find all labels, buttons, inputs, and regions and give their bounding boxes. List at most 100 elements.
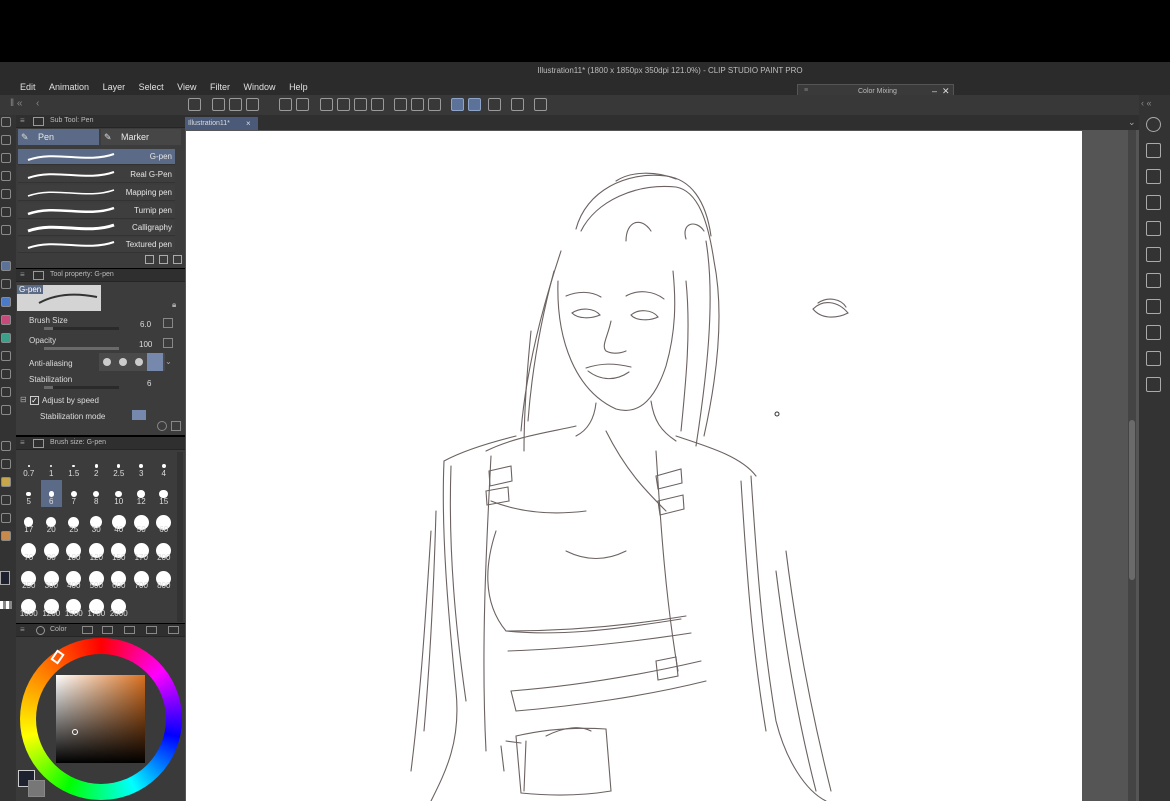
brush-size-option[interactable]: 4 [153, 452, 175, 479]
brush-size-option[interactable]: 6 [40, 480, 62, 507]
brush-item-gpen[interactable]: G-pen [18, 149, 175, 165]
tab-pen[interactable]: Pen [18, 129, 99, 145]
brush-size-option[interactable]: 17 [18, 508, 40, 535]
brush-size-option[interactable]: 2000 [108, 592, 130, 619]
app-logo-icon[interactable] [188, 98, 201, 111]
snap-ruler-icon[interactable] [394, 98, 407, 111]
brush-pressure-icon[interactable] [468, 98, 481, 111]
new-file-icon[interactable] [212, 98, 225, 111]
decoration-tool-icon[interactable] [1, 333, 11, 343]
redo-icon[interactable] [296, 98, 309, 111]
saturation-value-square[interactable] [56, 675, 145, 763]
brush-size-dropdown-icon[interactable] [163, 318, 173, 328]
brush-item-turnip-pen[interactable]: Turnip pen [18, 203, 175, 219]
chevron-down-icon[interactable]: ⌄ [1128, 117, 1136, 128]
color-slider-tab-icon[interactable] [82, 626, 93, 634]
color-set-tab-icon[interactable] [102, 626, 113, 634]
layer-icon[interactable] [1146, 169, 1161, 184]
brush-size-option[interactable]: 30 [86, 508, 108, 535]
collapse-icon[interactable]: ‖ « [10, 98, 22, 109]
lock-icon[interactable]: 🔒︎ [172, 300, 176, 310]
brush-item-textured-pen[interactable]: Textured pen [18, 237, 175, 253]
brush-size-option[interactable]: 8 [86, 480, 108, 507]
anti-aliasing-selector[interactable] [99, 353, 165, 371]
brush-size-option[interactable]: 60 [153, 508, 175, 535]
chevron-left-icon[interactable]: ‹ [36, 98, 39, 109]
pen-pressure-icon[interactable] [451, 98, 464, 111]
device-icon[interactable] [511, 98, 524, 111]
brush-size-option[interactable]: 7 [63, 480, 85, 507]
brush-size-option[interactable]: 700 [131, 564, 153, 591]
approx-color-tab-icon[interactable] [146, 626, 157, 634]
brush-size-scrollbar[interactable] [177, 452, 183, 622]
brush-size-option[interactable]: 500 [86, 564, 108, 591]
menu-view[interactable]: View [177, 80, 196, 95]
menu-window[interactable]: Window [244, 80, 276, 95]
aa-weak-option[interactable] [119, 358, 127, 366]
tab-illustration11[interactable]: Illustration11* × [185, 117, 258, 130]
brush-size-option[interactable]: 80 [41, 536, 63, 563]
canvas-vertical-scrollbar[interactable] [1128, 130, 1136, 801]
brush-size-option[interactable]: 400 [63, 564, 85, 591]
brush-item-calligraphy[interactable]: Calligraphy [18, 220, 175, 236]
brush-item-mapping-pen[interactable]: Mapping pen [18, 185, 175, 201]
opacity-link-icon[interactable] [163, 338, 173, 348]
brush-size-option[interactable]: 170 [131, 536, 153, 563]
opacity-value[interactable]: 100 [139, 340, 152, 349]
crop-icon[interactable] [371, 98, 384, 111]
reset-icon[interactable] [157, 421, 167, 431]
panel-menu-icon[interactable]: ≡ [20, 625, 25, 634]
wrench-icon[interactable] [171, 421, 181, 431]
text-tool-icon[interactable] [1, 495, 11, 505]
brush-size-slider[interactable] [44, 327, 119, 330]
brush-tool-icon[interactable] [1, 297, 11, 307]
airbrush-tool-icon[interactable] [1, 315, 11, 325]
stabilization-slider[interactable] [44, 386, 119, 389]
brush-size-option[interactable]: 1700 [86, 592, 108, 619]
move-tool-icon[interactable] [1, 135, 11, 145]
pen-tool-icon[interactable] [1, 261, 11, 271]
help-icon[interactable] [534, 98, 547, 111]
correct-line-tool-icon[interactable] [1, 531, 11, 541]
zoom-tool-icon[interactable] [1, 117, 11, 127]
brush-size-option[interactable]: 300 [41, 564, 63, 591]
snap-special-icon[interactable] [411, 98, 424, 111]
navigator-icon[interactable] [1146, 117, 1161, 132]
chevron-down-icon[interactable]: ⌄ [165, 357, 172, 366]
brush-size-option[interactable]: 250 [18, 564, 40, 591]
menu-help[interactable]: Help [289, 80, 308, 95]
panel-menu-icon[interactable]: ≡ [20, 438, 25, 447]
adjust-by-speed-checkbox[interactable]: ✓ [30, 396, 39, 405]
fill-icon[interactable] [354, 98, 367, 111]
brush-size-option[interactable]: 100 [63, 536, 85, 563]
menu-edit[interactable]: Edit [20, 80, 36, 95]
delete-subtool-icon[interactable] [173, 255, 182, 264]
panel-menu-icon[interactable]: ≡ [20, 116, 25, 125]
gradient-tool-icon[interactable] [1, 405, 11, 415]
brush-size-option[interactable]: 2 [86, 452, 108, 479]
brush-size-option[interactable]: 40 [108, 508, 130, 535]
collapse-minus-icon[interactable]: ⊟ [20, 395, 27, 404]
history-icon[interactable] [1146, 299, 1161, 314]
ruler-tool-icon[interactable] [1, 477, 11, 487]
color-wheel-tab-icon[interactable] [36, 626, 45, 635]
animation-cels-icon[interactable] [1146, 221, 1161, 236]
brush-size-value[interactable]: 6.0 [140, 320, 151, 329]
scrollbar-thumb[interactable] [1129, 420, 1135, 580]
brush-size-option[interactable]: 800 [153, 564, 175, 591]
material-icon[interactable] [1146, 273, 1161, 288]
ruler-pen-icon[interactable] [488, 98, 501, 111]
color-history-tab-icon[interactable] [168, 626, 179, 634]
operation-tool-icon[interactable] [1, 153, 11, 163]
menu-animation[interactable]: Animation [49, 80, 89, 95]
brush-size-option[interactable]: 2.5 [108, 452, 130, 479]
save-icon[interactable] [246, 98, 259, 111]
brush-size-option[interactable]: 0.7 [18, 452, 40, 479]
aa-strong-option[interactable] [147, 353, 163, 371]
brush-size-option[interactable]: 15 [153, 480, 175, 507]
item-bank-icon[interactable] [1146, 377, 1161, 392]
quick-access-icon[interactable] [1146, 325, 1161, 340]
timeline-icon[interactable] [1146, 247, 1161, 262]
brush-size-option[interactable]: 20 [41, 508, 63, 535]
stabilization-mode-toggle[interactable] [132, 410, 146, 420]
